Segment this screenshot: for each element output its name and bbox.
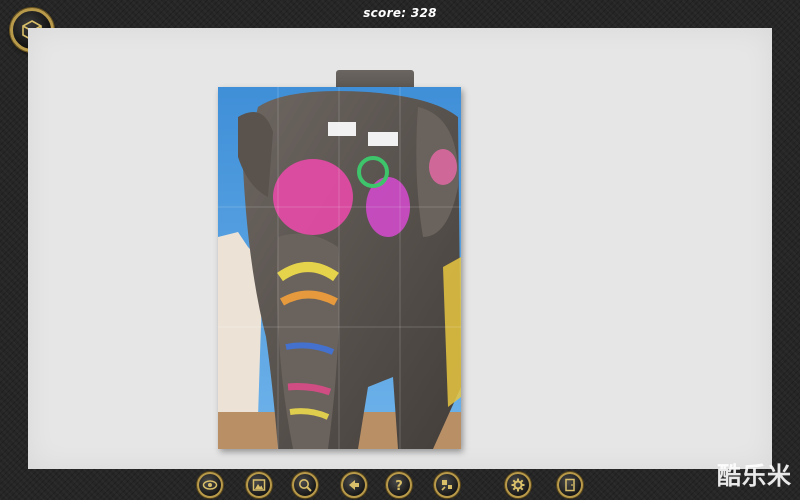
shuffle-button[interactable] <box>434 472 460 498</box>
puzzle-image-elephant[interactable] <box>218 87 461 449</box>
picture-button[interactable] <box>246 472 272 498</box>
shuffle-pieces-icon <box>441 480 452 491</box>
undo-button[interactable] <box>341 472 367 498</box>
picture-icon <box>252 479 266 491</box>
help-icon: ? <box>395 479 403 493</box>
bottom-toolbar: ? <box>0 470 800 500</box>
magnifier-button[interactable] <box>292 472 318 498</box>
score-label: score: 328 <box>363 6 437 20</box>
eye-icon <box>202 480 218 490</box>
elephant-puzzle-picture <box>218 87 461 449</box>
back-arrow-icon <box>349 480 359 490</box>
exit-door-icon <box>565 478 575 492</box>
magnifier-icon <box>299 479 312 492</box>
help-button[interactable]: ? <box>386 472 412 498</box>
eye-button[interactable] <box>197 472 223 498</box>
settings-gear-icon <box>511 478 525 492</box>
site-watermark: 酷乐米 <box>717 462 792 490</box>
exit-button[interactable] <box>557 472 583 498</box>
settings-button[interactable] <box>505 472 531 498</box>
svg-text:?: ? <box>395 479 403 493</box>
